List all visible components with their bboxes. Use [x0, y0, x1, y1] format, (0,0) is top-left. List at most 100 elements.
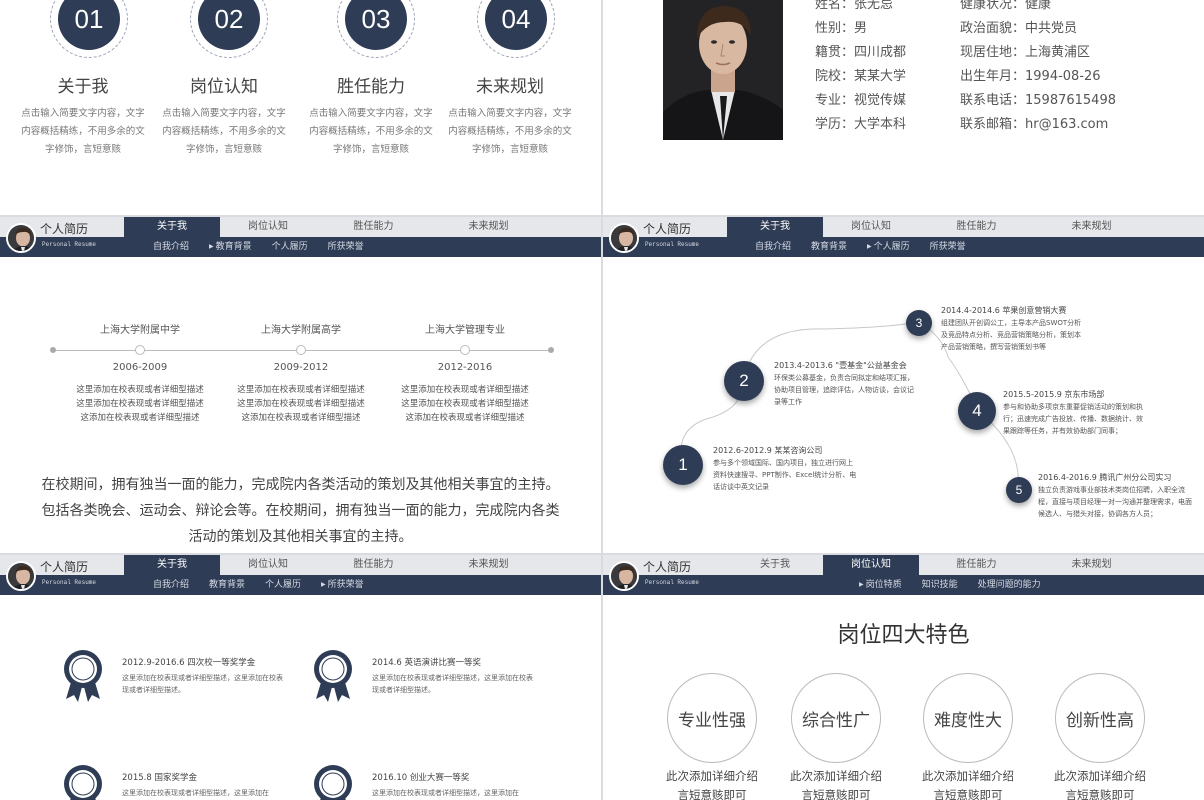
subnav-intro[interactable]: 自我介绍	[153, 575, 189, 595]
experience-item: 2016.4-2016.9 腾讯广州分公司实习 独立负责游戏事业部技术类岗位招聘…	[1038, 472, 1198, 520]
experience-desc: 参与和协助多项京东重要促销活动的策划和执行；迅速完成广告投放、传播、数据统计、效…	[1003, 403, 1143, 435]
number-badge-01: 01	[50, 0, 128, 58]
award-desc: 这里添加在校表现或者详细型描述，这里添加在校表现或者详细型描述。	[122, 674, 283, 694]
subnav-skills[interactable]: 知识技能	[922, 575, 958, 595]
award-item: 2012.9-2016.6 四次校一等奖学金 这里添加在校表现或者详细型描述，这…	[122, 656, 287, 696]
number-badge-02: 02	[190, 0, 268, 58]
tab-future[interactable]: 未来规划	[431, 555, 546, 575]
school-desc: 这里添加在校表现或者详细型描述 这里添加在校表现或者详细型描述 这添加在校表现或…	[76, 385, 204, 423]
timeline-end-dot	[548, 347, 554, 353]
award-item: 2014.6 英语演讲比赛一等奖 这里添加在校表现或者详细型描述，这里添加在校表…	[372, 656, 537, 696]
tab-about[interactable]: 关于我	[124, 555, 220, 575]
overview-item-desc: 点击输入简要文字内容，文字内容概括精练，不用多余的文字修饰，言短意赅	[309, 108, 433, 155]
subnav-problem-solving[interactable]: 处理问题的能力	[978, 575, 1041, 595]
subnav-job-traits[interactable]: 岗位特质	[859, 575, 902, 595]
avatar	[6, 561, 36, 591]
award-title: 2015.8 国家奖学金	[122, 773, 197, 783]
info-residence: 现居住地：上海黄浦区	[960, 45, 1091, 60]
number-badge-04: 04	[477, 0, 555, 58]
school-desc: 这里添加在校表现或者详细型描述 这里添加在校表现或者详细型描述 这添加在校表现或…	[237, 385, 365, 423]
tab-competency[interactable]: 胜任能力	[316, 555, 431, 575]
overview-item: 未来规划 点击输入简要文字内容，文字内容概括精练，不用多余的文字修饰，言短意赅	[445, 72, 575, 159]
feature-circle: 创新性高	[1055, 673, 1145, 763]
school-name: 上海大学管理专业	[425, 325, 505, 336]
overview-item: 关于我 点击输入简要文字内容，文字内容概括精练，不用多余的文字修饰，言短意赅	[18, 72, 148, 159]
timeline-end-dot	[50, 347, 56, 353]
experience-node: 2	[724, 361, 764, 401]
award-title: 2012.9-2016.6 四次校一等奖学金	[122, 658, 256, 668]
award-item: 2015.8 国家奖学金 这里添加在校表现或者详细型描述，这里添加在	[122, 771, 287, 799]
experience-desc: 参与多个领域国际、国内项目，独立进行网上资料快速搜寻、PPT制作、Excel统计…	[713, 459, 857, 491]
info-email: 联系邮箱：hr@163.com	[960, 117, 1109, 132]
experience-item: 2012.6-2012.9 某某咨询公司 参与多个领域国际、国内项目，独立进行网…	[713, 445, 858, 493]
tab-job[interactable]: 岗位认知	[823, 555, 919, 575]
medal-icon	[314, 765, 352, 800]
school-years: 2012-2016	[437, 362, 493, 373]
slide-header: 个人简历 Personal Resume 关于我 岗位认知 胜任能力 未来规划 …	[603, 555, 1204, 595]
info-major: 专业：视觉传媒	[815, 93, 907, 108]
feature-label: 综合性广	[802, 711, 870, 731]
profile-photo	[663, 0, 783, 140]
slide-experience: 个人简历 Personal Resume 关于我 岗位认知 胜任能力 未来规划 …	[603, 217, 1204, 553]
feature-label: 创新性高	[1066, 711, 1134, 731]
award-desc: 这里添加在校表现或者详细型描述，这里添加在	[372, 789, 519, 797]
education-summary: 在校期间，拥有独当一面的能力，完成院内各类活动的策划及其他相关事宜的主持。包括各…	[41, 477, 560, 545]
info-hometown: 籍贯：四川成都	[815, 45, 907, 60]
experience-title: 2012.6-2012.9 某某咨询公司	[713, 446, 823, 455]
school-name: 上海大学附属中学	[100, 325, 180, 336]
tab-about[interactable]: 关于我	[727, 555, 823, 575]
award-desc: 这里添加在校表现或者详细型描述，这里添加在	[122, 789, 269, 797]
feature-desc: 此次添加详细介绍 言短意赅即可	[790, 769, 882, 800]
feature-desc: 此次添加详细介绍 言短意赅即可	[666, 769, 758, 800]
subnav-experience[interactable]: 个人履历	[265, 575, 301, 595]
feature-circle: 难度性大	[923, 673, 1013, 763]
medal-icon	[64, 765, 102, 800]
avatar	[609, 561, 639, 591]
school-name: 上海大学附属高学	[261, 325, 341, 336]
feature-label: 专业性强	[678, 711, 746, 731]
overview-item: 岗位认知 点击输入简要文字内容，文字内容概括精练，不用多余的文字修饰，言短意赅	[159, 72, 289, 159]
profile-info-left: 姓名：张无忌 性别：男 籍贯：四川成都 院校：某某大学 专业：视觉传媒 学历：大…	[815, 0, 906, 137]
feature-circle: 综合性广	[791, 673, 881, 763]
number-badge-03: 03	[337, 0, 415, 58]
feature-label: 难度性大	[934, 711, 1002, 731]
slide-job-features: 个人简历 Personal Resume 关于我 岗位认知 胜任能力 未来规划 …	[603, 555, 1204, 800]
slide-overview: 01 02 03 04 关于我 点击输入简要文字内容，文字内容概括精练，不用多余…	[0, 0, 601, 215]
info-phone: 联系电话：15987615498	[960, 93, 1116, 108]
info-politics: 政治面貌：中共党员	[960, 21, 1078, 36]
profile-info-right: 健康状况：健康 政治面貌：中共党员 现居住地：上海黄浦区 出生年月：1994-0…	[960, 0, 1116, 137]
overview-item-desc: 点击输入简要文字内容，文字内容概括精练，不用多余的文字修饰，言短意赅	[162, 108, 286, 155]
experience-title: 2016.4-2016.9 腾讯广州分公司实习	[1038, 473, 1172, 482]
header-subtitle: Personal Resume	[645, 579, 700, 586]
feature-circle: 专业性强	[667, 673, 757, 763]
education-item: 上海大学管理专业 2012-2016 这里添加在校表现或者详细型描述 这里添加在…	[390, 217, 540, 425]
medal-icon	[64, 650, 102, 702]
school-desc: 这里添加在校表现或者详细型描述 这里添加在校表现或者详细型描述 这添加在校表现或…	[401, 385, 529, 423]
tab-future[interactable]: 未来规划	[1034, 555, 1149, 575]
experience-node: 4	[958, 392, 996, 430]
header-title: 个人简历	[40, 560, 89, 574]
features-title: 岗位四大特色	[837, 623, 970, 648]
experience-desc: 环保类公募基金，负责合同拟定和结项汇报，协助项目管理，追踪评估，人物访谈，会议记…	[774, 374, 914, 406]
subnav-honors[interactable]: 所获荣誉	[321, 575, 364, 595]
header-title: 个人简历	[643, 560, 692, 574]
info-gender: 性别：男	[815, 21, 868, 36]
slide-profile: 姓名：张无忌 性别：男 籍贯：四川成都 院校：某某大学 专业：视觉传媒 学历：大…	[603, 0, 1204, 215]
experience-item: 2015.5-2015.9 京东市场部 参与和协助多项京东重要促销活动的策划和执…	[1003, 389, 1148, 437]
experience-desc: 组建团队开创调公工，主导本产品SWOT分析及竞品特点分析、竞品营销策略分析，策划…	[941, 319, 1082, 351]
award-title: 2014.6 英语演讲比赛一等奖	[372, 658, 481, 668]
info-school: 院校：某某大学	[815, 69, 907, 84]
feature-desc: 此次添加详细介绍 言短意赅即可	[922, 769, 1014, 800]
tab-competency[interactable]: 胜任能力	[919, 555, 1034, 575]
tab-job[interactable]: 岗位认知	[220, 555, 316, 575]
info-degree: 学历：大学本科	[815, 117, 907, 132]
award-desc: 这里添加在校表现或者详细型描述，这里添加在校表现或者详细型描述。	[372, 674, 533, 694]
header-subtitle: Personal Resume	[42, 579, 97, 586]
overview-item-title: 未来规划	[476, 77, 544, 97]
feature-desc: 此次添加详细介绍 言短意赅即可	[1054, 769, 1146, 800]
experience-item: 2013.4-2013.6 "壹基金"公益基金会 环保类公募基金，负责合同拟定和…	[774, 360, 919, 408]
medal-icon	[314, 650, 352, 702]
experience-desc: 独立负责游戏事业部技术类岗位招聘，入职全流程，直接与项目经理一对一沟通并整理需求…	[1038, 486, 1192, 518]
subnav-education[interactable]: 教育背景	[209, 575, 245, 595]
slide-education: 个人简历 Personal Resume 关于我 岗位认知 胜任能力 未来规划 …	[0, 217, 601, 553]
